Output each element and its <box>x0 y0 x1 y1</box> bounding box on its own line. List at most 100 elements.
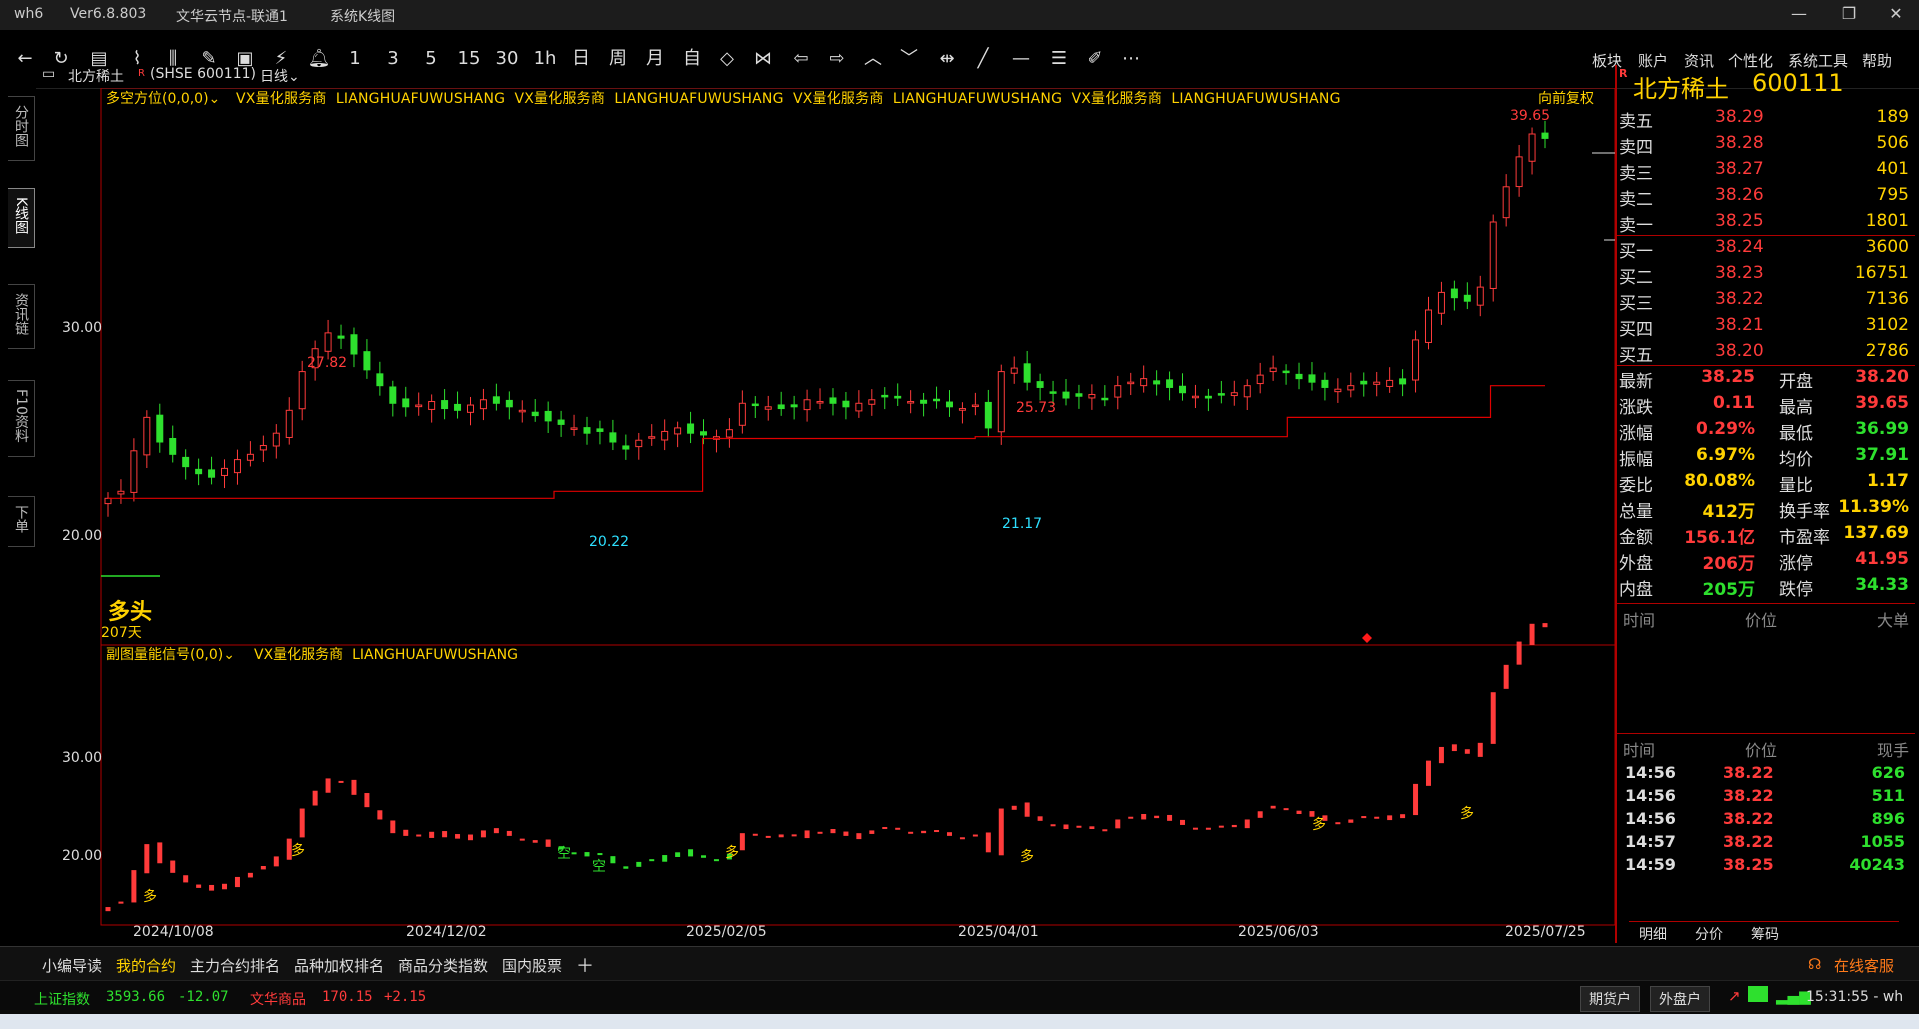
kline-chart[interactable] <box>0 88 1615 946</box>
tab-detail[interactable]: 明细 <box>1639 924 1667 944</box>
index2-value: 170.15 <box>322 989 373 1005</box>
tab-chips[interactable]: 筹码 <box>1751 924 1779 944</box>
bid-price[interactable]: 38.24 <box>1715 237 1764 257</box>
tick-volume: 1055 <box>1860 832 1905 851</box>
dash-icon: ▭ <box>42 66 56 82</box>
tick-price: 38.22 <box>1723 763 1774 782</box>
index1-value: 3593.66 <box>106 989 166 1005</box>
candle <box>337 335 345 339</box>
tick-price: 38.22 <box>1723 809 1774 828</box>
tab-commodity-index[interactable]: 商品分类指数 <box>398 955 488 976</box>
sub-candle <box>1076 825 1082 828</box>
main-indicator-label[interactable]: 多空方位(0,0,0)⌄ <box>106 88 220 108</box>
bid-price[interactable]: 38.21 <box>1715 315 1764 335</box>
sub-candle <box>1024 802 1030 817</box>
stat-value: 34.33 <box>1855 575 1909 595</box>
candle <box>635 439 643 448</box>
close-icon[interactable]: ✕ <box>1881 4 1911 23</box>
stat-label: 外盘 <box>1619 554 1653 574</box>
ask-price[interactable]: 38.26 <box>1715 185 1764 205</box>
candle <box>725 429 733 438</box>
ask-price[interactable]: 38.28 <box>1715 133 1764 153</box>
watermark-text: VX量化服务商 <box>1071 91 1163 107</box>
ask-vol: 189 <box>1876 107 1909 127</box>
candle <box>1036 381 1044 388</box>
sub-watermark: VX量化服务商 LIANGHUAFUWUSHANG <box>254 644 518 664</box>
sub-candle <box>1063 824 1069 830</box>
tick-volume: 511 <box>1871 786 1905 805</box>
sub-candle <box>908 831 914 834</box>
stat-value: 36.99 <box>1855 419 1909 439</box>
minimize-icon[interactable]: — <box>1784 4 1814 23</box>
restore-icon[interactable]: ❐ <box>1834 4 1864 23</box>
tab-price-dist[interactable]: 分价 <box>1695 924 1723 944</box>
candle <box>221 467 229 476</box>
bid-3: 买三 38.22 7136 <box>1615 289 1915 315</box>
candle <box>298 371 306 410</box>
sub-candle <box>636 861 642 867</box>
stat-value: 156.1亿 <box>1684 528 1755 548</box>
detail-tabs: 明细 分价 筹码 <box>1629 921 1899 944</box>
sub-candle <box>532 840 538 843</box>
bid-label: 买四 <box>1619 320 1653 340</box>
stat-label: 跌停 <box>1779 580 1813 600</box>
add-tab-icon[interactable]: ＋ <box>576 952 594 978</box>
status-bar: 上证指数 3593.66 -12.07 文华商品 170.15 +2.15 期货… <box>0 980 1919 1015</box>
bid-price[interactable]: 38.20 <box>1715 341 1764 361</box>
x-tick: 2025/06/03 <box>1238 924 1319 940</box>
sub-candle <box>804 830 810 839</box>
sub-candle <box>1464 749 1470 754</box>
tick-time: 14:56 <box>1625 786 1676 805</box>
chart-frame <box>100 88 1615 926</box>
sub-candle <box>701 855 707 858</box>
peak2-label: 25.73 <box>1016 400 1057 416</box>
stock-name: 北方稀土 <box>68 69 124 85</box>
candle <box>1127 381 1135 385</box>
foreign-account-button[interactable]: 外盘户 <box>1650 986 1710 1012</box>
ask-price[interactable]: 38.29 <box>1715 107 1764 127</box>
ask-price[interactable]: 38.25 <box>1715 211 1764 231</box>
candle <box>1282 370 1290 374</box>
watermark-text: VX量化服务商 <box>236 91 327 107</box>
candle <box>492 396 500 404</box>
tab-weighted-rank[interactable]: 品种加权排名 <box>294 955 384 976</box>
indicator-name: 副图量能信号(0,0) <box>106 647 224 663</box>
ask-vol: 1801 <box>1865 211 1909 231</box>
sub-candle <box>222 883 228 890</box>
sub-indicator-label[interactable]: 副图量能信号(0,0)⌄ <box>106 644 235 664</box>
stat-label: 最低 <box>1779 424 1813 444</box>
candle <box>156 414 164 443</box>
bid-price[interactable]: 38.22 <box>1715 289 1764 309</box>
sub-candle <box>519 838 525 841</box>
index2-name: 文华商品 <box>250 992 306 1008</box>
signal-sell: 空 <box>557 846 571 862</box>
x-tick: 2025/02/05 <box>686 924 767 940</box>
tab-my-contracts[interactable]: 我的合约 <box>116 955 177 982</box>
tab-main-contract-rank[interactable]: 主力合约排名 <box>190 955 280 976</box>
tab-domestic-stocks[interactable]: 国内股票 <box>502 955 562 976</box>
candle <box>1269 367 1277 373</box>
period-select[interactable]: 日线⌄ <box>260 66 300 86</box>
watermark-text: VX量化服务商 <box>514 91 606 107</box>
ask-price[interactable]: 38.27 <box>1715 159 1764 179</box>
period-label: 日线 <box>260 69 288 85</box>
futures-account-button[interactable]: 期货户 <box>1580 986 1640 1012</box>
sub-candle <box>493 828 499 834</box>
adjust-mode[interactable]: 向前复权 <box>1538 88 1594 108</box>
back-icon[interactable]: ← <box>10 44 40 74</box>
candle <box>622 445 630 450</box>
watermark-text: LIANGHUAFUWUSHANG <box>892 91 1063 107</box>
divider <box>1615 235 1915 236</box>
online-service[interactable]: 在线客服 <box>1834 955 1894 976</box>
watermark-text: LIANGHUAFUWUSHANG <box>335 91 506 107</box>
sub-candle <box>1102 829 1108 832</box>
sub-candle <box>1425 760 1431 786</box>
bid-price[interactable]: 38.23 <box>1715 263 1764 283</box>
candle <box>130 450 138 493</box>
trend-days: 207天 <box>101 625 142 641</box>
divider <box>1615 603 1915 604</box>
candle <box>505 399 513 408</box>
tab-editor-guide[interactable]: 小编导读 <box>42 955 102 976</box>
server-node[interactable]: 文华云节点-联通1 <box>176 6 288 26</box>
candle <box>479 399 487 410</box>
